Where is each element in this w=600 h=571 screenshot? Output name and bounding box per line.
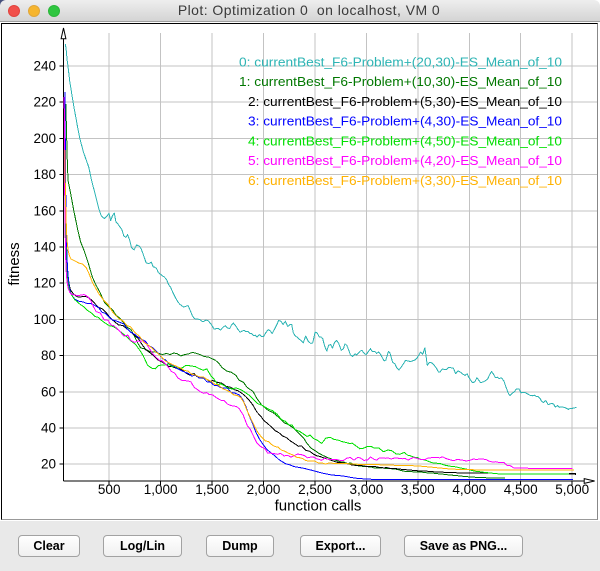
svg-text:140: 140 (33, 240, 56, 255)
svg-text:180: 180 (33, 167, 56, 182)
svg-text:0: currentBest_F6-Problem+(20,: 0: currentBest_F6-Problem+(20,30)-ES_Mea… (239, 55, 562, 70)
svg-text:2,500: 2,500 (298, 482, 332, 497)
svg-text:80: 80 (41, 348, 56, 363)
svg-text:2: currentBest_F6-Problem+(5,3: 2: currentBest_F6-Problem+(5,30)-ES_Mean… (248, 94, 562, 109)
svg-text:20: 20 (41, 457, 56, 472)
svg-text:4: currentBest_F6-Problem+(4,5: 4: currentBest_F6-Problem+(4,50)-ES_Mean… (248, 133, 562, 148)
svg-text:3,000: 3,000 (350, 482, 384, 497)
svg-text:6: currentBest_F6-Problem+(3,3: 6: currentBest_F6-Problem+(3,30)-ES_Mean… (248, 173, 562, 188)
svg-text:1,500: 1,500 (195, 482, 229, 497)
svg-text:4,000: 4,000 (452, 482, 486, 497)
svg-text:4,500: 4,500 (504, 482, 538, 497)
svg-text:3: currentBest_F6-Problem+(4,3: 3: currentBest_F6-Problem+(4,30)-ES_Mean… (248, 114, 562, 129)
svg-text:500: 500 (98, 482, 121, 497)
svg-text:1,000: 1,000 (144, 482, 178, 497)
svg-text:fitness: fitness (6, 242, 23, 285)
svg-text:100: 100 (33, 312, 56, 327)
svg-text:240: 240 (33, 59, 56, 74)
svg-text:120: 120 (33, 276, 56, 291)
svg-text:60: 60 (41, 384, 56, 399)
svg-text:40: 40 (41, 421, 56, 436)
svg-text:1: currentBest_F6-Problem+(10,: 1: currentBest_F6-Problem+(10,30)-ES_Mea… (239, 74, 562, 89)
svg-text:3,500: 3,500 (401, 482, 435, 497)
svg-text:200: 200 (33, 131, 56, 146)
svg-text:function calls: function calls (275, 498, 362, 515)
svg-text:220: 220 (33, 95, 56, 110)
svg-text:5: currentBest_F6-Problem+(4,2: 5: currentBest_F6-Problem+(4,20)-ES_Mean… (248, 153, 562, 168)
svg-text:160: 160 (33, 203, 56, 218)
svg-text:2,000: 2,000 (247, 482, 281, 497)
svg-text:5,000: 5,000 (555, 482, 589, 497)
